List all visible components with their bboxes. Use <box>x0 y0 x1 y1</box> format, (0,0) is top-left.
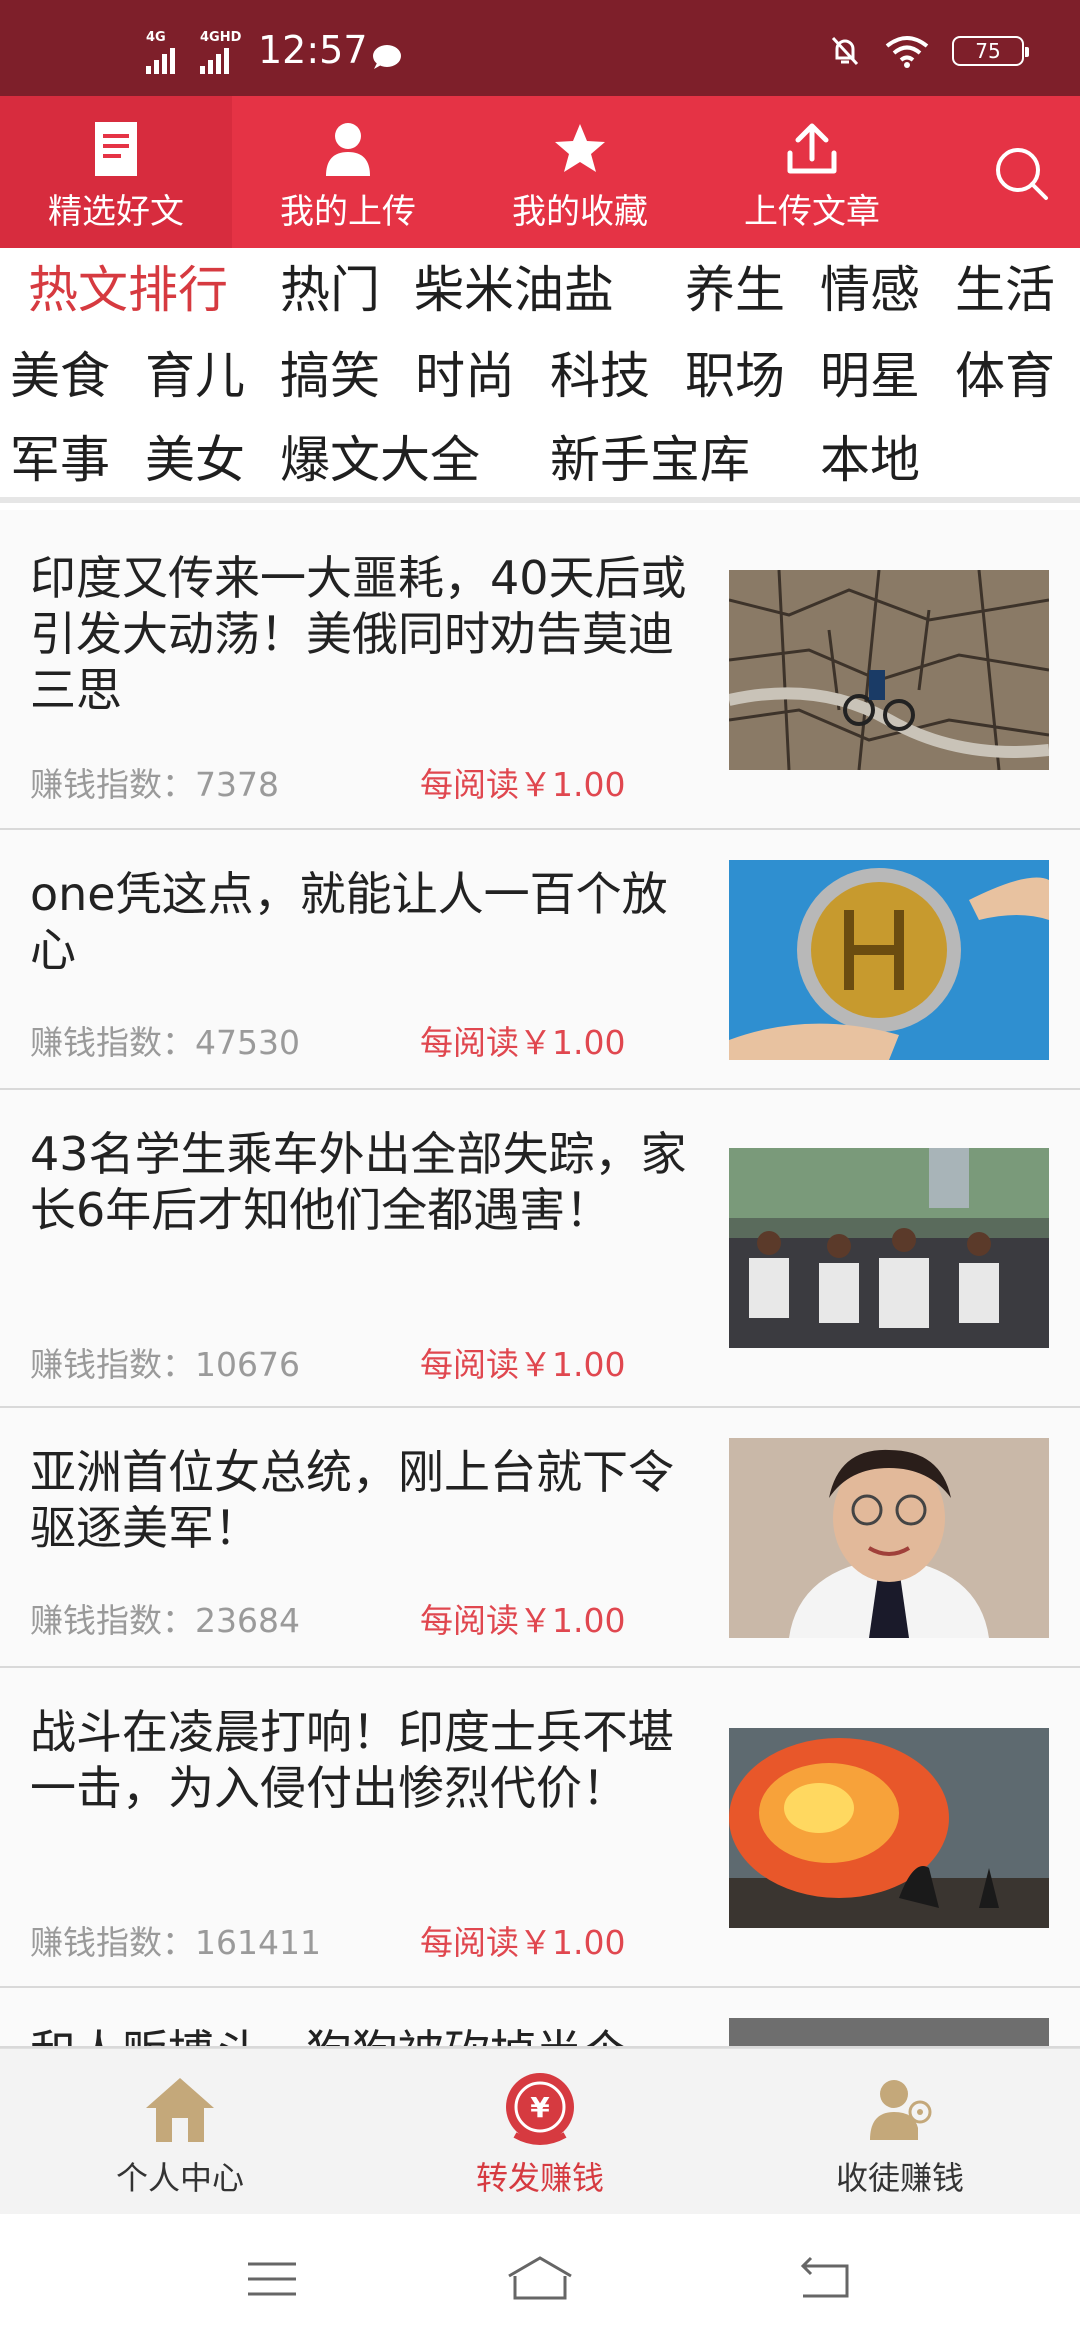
category-row-1: 热文排行 热门 柴米油盐 养生 情感 生活 <box>0 260 1080 330</box>
svg-text:¥: ¥ <box>530 2091 550 2124</box>
category-funny[interactable]: 搞笑 <box>280 346 380 406</box>
read-reward: 每阅读￥1.00 <box>420 1345 626 1384</box>
earning-index: 赚钱指数：47530 <box>30 1023 300 1062</box>
tab-recruit-earn[interactable]: 收徒赚钱 <box>720 2049 1080 2215</box>
tab-my-favorites[interactable]: 我的收藏 <box>464 96 696 248</box>
earning-index: 赚钱指数：161411 <box>30 1923 321 1962</box>
signal-label-1: 4G <box>146 30 166 45</box>
battery-level: 75 <box>975 39 1001 63</box>
read-reward: 每阅读￥1.00 <box>420 1601 626 1640</box>
document-icon <box>86 118 146 180</box>
list-item[interactable]: 亚洲首位女总统，刚上台就下令驱逐美军！ 赚钱指数：23684 每阅读￥1.00 <box>0 1408 1080 1668</box>
upload-icon <box>782 118 842 180</box>
list-item[interactable]: one凭这点，就能让人一百个放心 赚钱指数：47530 每阅读￥1.00 <box>0 830 1080 1090</box>
category-newbie-guide[interactable]: 新手宝库 <box>550 430 750 490</box>
person-add-icon <box>860 2071 940 2147</box>
list-item[interactable]: 和人贩搏斗，狗狗被砍掉半个 <box>0 1988 1080 2048</box>
article-title: 和人贩搏斗，狗狗被砍掉半个 <box>30 2024 710 2046</box>
category-health[interactable]: 养生 <box>685 260 785 320</box>
tab-my-uploads[interactable]: 我的上传 <box>232 96 464 248</box>
list-item[interactable]: 战斗在凌晨打响！印度士兵不堪一击，为入侵付出惨烈代价！ 赚钱指数：161411 … <box>0 1668 1080 1988</box>
signal-4g-icon: 4G <box>146 30 175 74</box>
earning-index: 赚钱指数：10676 <box>30 1345 300 1384</box>
article-thumbnail <box>729 1438 1049 1638</box>
category-beauty[interactable]: 美女 <box>145 430 245 490</box>
list-item[interactable]: 43名学生乘车外出全部失踪，家长6年后才知他们全都遇害！ 赚钱指数：10676 … <box>0 1090 1080 1408</box>
category-fashion[interactable]: 时尚 <box>415 346 515 406</box>
category-military[interactable]: 军事 <box>10 430 110 490</box>
article-title: 印度又传来一大噩耗，40天后或引发大动荡！美俄同时劝告莫迪三思 <box>30 551 687 717</box>
tab-label: 我的上传 <box>280 192 416 232</box>
article-thumbnail <box>729 570 1049 770</box>
read-reward: 每阅读￥1.00 <box>420 1023 626 1062</box>
tab-label: 上传文章 <box>744 192 880 232</box>
category-food[interactable]: 美食 <box>10 346 110 406</box>
article-thumbnail <box>729 860 1049 1060</box>
category-row-3: 军事 美女 爆文大全 新手宝库 本地 <box>0 430 1080 500</box>
message-icon <box>373 45 401 69</box>
status-bar: 4G 4GHD 12:57 75 <box>0 0 1080 96</box>
tab-label: 我的收藏 <box>512 192 648 232</box>
list-item[interactable]: 印度又传来一大噩耗，40天后或引发大动荡！美俄同时劝告莫迪三思 赚钱指数：737… <box>0 510 1080 830</box>
category-sports[interactable]: 体育 <box>955 346 1055 406</box>
back-icon[interactable] <box>795 2254 855 2304</box>
menu-icon[interactable] <box>242 2254 302 2304</box>
category-life[interactable]: 生活 <box>955 260 1055 320</box>
tab-personal-center[interactable]: 个人中心 <box>0 2049 360 2215</box>
article-title: one凭这点，就能让人一百个放心 <box>30 867 668 977</box>
category-daily-life[interactable]: 柴米油盐 <box>414 260 614 320</box>
read-reward: 每阅读￥1.00 <box>420 765 626 804</box>
category-emotion[interactable]: 情感 <box>820 260 920 320</box>
category-local[interactable]: 本地 <box>820 430 920 490</box>
system-navigation-bar <box>0 2214 1080 2340</box>
category-career[interactable]: 职场 <box>685 346 785 406</box>
tab-selected-articles[interactable]: 精选好文 <box>0 96 232 248</box>
category-popular[interactable]: 热门 <box>280 260 380 320</box>
category-tech[interactable]: 科技 <box>550 346 650 406</box>
search-icon[interactable] <box>992 144 1052 204</box>
category-hot-ranking[interactable]: 热文排行 <box>28 260 228 320</box>
tab-upload-article[interactable]: 上传文章 <box>696 96 928 248</box>
article-thumbnail <box>729 1148 1049 1348</box>
category-parenting[interactable]: 育儿 <box>145 346 245 406</box>
star-icon <box>550 118 610 180</box>
article-title: 亚洲首位女总统，刚上台就下令驱逐美军！ <box>30 1445 674 1555</box>
tab-label: 转发赚钱 <box>475 2159 604 2197</box>
read-reward: 每阅读￥1.00 <box>420 1923 626 1962</box>
article-title: 战斗在凌晨打响！印度士兵不堪一击，为入侵付出惨烈代价！ <box>30 1705 674 1815</box>
tab-label: 精选好文 <box>48 192 184 232</box>
tab-label: 收徒赚钱 <box>835 2159 964 2197</box>
clock: 12:57 <box>258 28 368 72</box>
article-title: 43名学生乘车外出全部失踪，家长6年后才知他们全都遇害！ <box>30 1127 687 1237</box>
home-nav-icon[interactable] <box>505 2254 575 2304</box>
bottom-tab-bar: 个人中心 ¥ 转发赚钱 收徒赚钱 <box>0 2048 1080 2214</box>
article-thumbnail <box>729 1728 1049 1928</box>
yuan-coin-icon: ¥ <box>500 2071 580 2147</box>
signal-4ghd-icon: 4GHD <box>200 30 241 74</box>
tab-label: 个人中心 <box>115 2159 244 2197</box>
tab-share-earn[interactable]: ¥ 转发赚钱 <box>360 2049 720 2215</box>
top-nav: 精选好文 我的上传 我的收藏 上传文章 <box>0 96 1080 248</box>
category-celebrity[interactable]: 明星 <box>820 346 920 406</box>
user-icon <box>318 118 378 180</box>
signal-label-2: 4GHD <box>200 30 242 45</box>
category-viral-articles[interactable]: 爆文大全 <box>280 430 480 490</box>
article-thumbnail <box>729 2018 1049 2046</box>
category-panel: 热文排行 热门 柴米油盐 养生 情感 生活 美食 育儿 搞笑 时尚 科技 职场 … <box>0 248 1080 503</box>
home-icon <box>140 2071 220 2147</box>
category-row-2: 美食 育儿 搞笑 时尚 科技 职场 明星 体育 <box>0 346 1080 416</box>
battery-icon: 75 <box>952 36 1029 66</box>
mute-icon <box>831 36 859 66</box>
earning-index: 赚钱指数：7378 <box>30 765 279 804</box>
earning-index: 赚钱指数：23684 <box>30 1601 300 1640</box>
wifi-icon <box>885 36 929 68</box>
